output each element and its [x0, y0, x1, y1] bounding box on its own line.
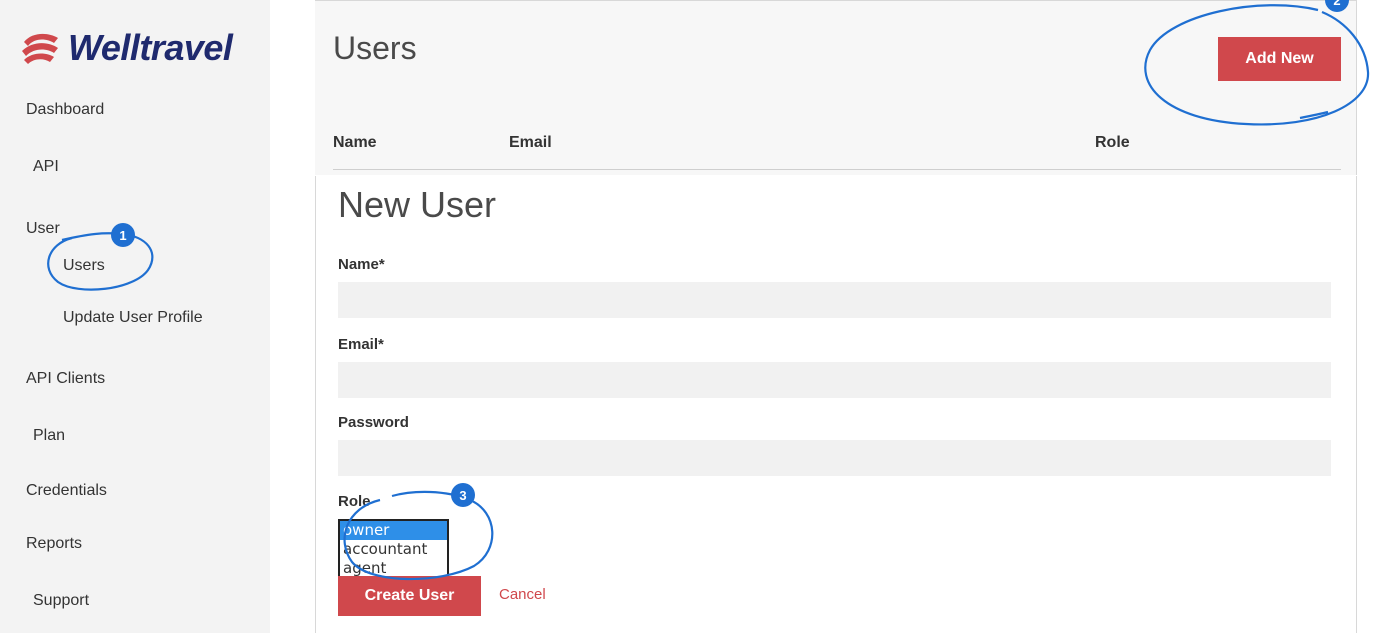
sidebar-item-update-user-profile[interactable]: Update User Profile: [63, 309, 203, 327]
cancel-link[interactable]: Cancel: [499, 586, 546, 603]
sidebar-item-dashboard[interactable]: Dashboard: [26, 101, 104, 119]
users-list-panel: [315, 0, 1357, 175]
sidebar-item-credentials[interactable]: Credentials: [26, 482, 107, 500]
sidebar-item-users[interactable]: Users: [63, 257, 105, 275]
email-label: Email*: [338, 336, 384, 353]
sidebar-item-support[interactable]: Support: [33, 592, 89, 610]
role-label: Role: [338, 493, 371, 510]
create-user-button[interactable]: Create User: [338, 576, 481, 616]
email-field[interactable]: [338, 362, 1331, 398]
table-header-divider: [333, 169, 1341, 170]
sidebar-item-reports[interactable]: Reports: [26, 535, 82, 553]
page-title: Users: [333, 30, 417, 66]
welltravel-logo-icon: [22, 33, 58, 64]
annotation-badge-3: 3: [451, 483, 475, 507]
name-field[interactable]: [338, 282, 1331, 318]
annotation-badge-1: 1: [111, 223, 135, 247]
new-user-form-panel: [315, 176, 1357, 633]
sidebar-item-api[interactable]: API: [33, 158, 59, 176]
column-header-role[interactable]: Role: [1095, 134, 1130, 152]
sidebar: Welltravel Dashboard API User Users Upda…: [0, 0, 270, 633]
column-header-email[interactable]: Email: [509, 134, 552, 152]
add-new-button[interactable]: Add New: [1218, 37, 1341, 81]
sidebar-item-api-clients[interactable]: API Clients: [26, 370, 105, 388]
name-label: Name*: [338, 256, 385, 273]
sidebar-item-plan[interactable]: Plan: [33, 427, 65, 445]
brand-logo[interactable]: Welltravel: [18, 26, 233, 70]
password-label: Password: [338, 414, 409, 431]
password-field[interactable]: [338, 440, 1331, 476]
role-option-owner[interactable]: owner: [340, 521, 447, 540]
column-header-name[interactable]: Name: [333, 134, 377, 152]
role-option-accountant[interactable]: accountant: [340, 540, 447, 559]
brand-name: Welltravel: [68, 27, 233, 68]
role-select[interactable]: owner accountant agent: [338, 519, 449, 580]
sidebar-item-user[interactable]: User: [26, 220, 60, 238]
form-title: New User: [338, 184, 497, 225]
